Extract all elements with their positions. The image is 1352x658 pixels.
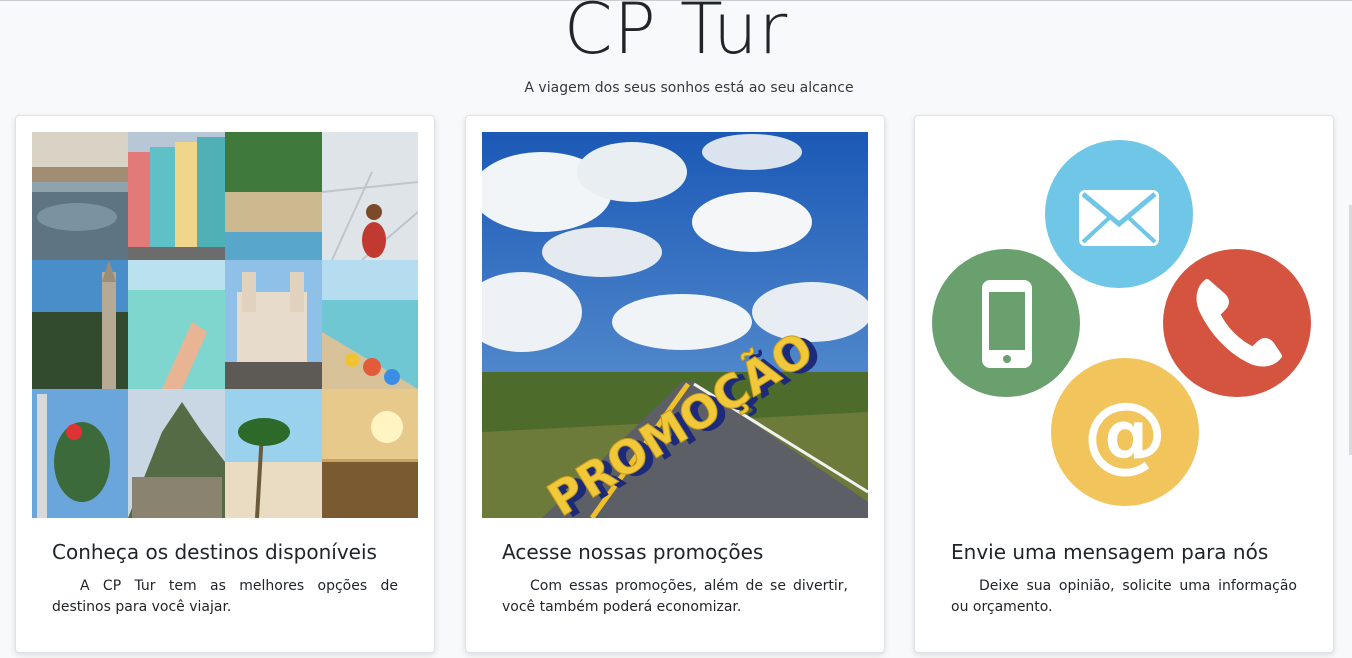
page-subtitle: A viagem dos seus sonhos está ao seu alc… <box>524 80 854 96</box>
handset-circle <box>1163 249 1311 397</box>
card-contact-title[interactable]: Envie uma mensagem para nós <box>951 540 1268 564</box>
card-contact-text: Deixe sua opinião, solicite uma informaç… <box>951 578 1297 615</box>
card-destinations-title[interactable]: Conheça os destinos disponíveis <box>52 540 377 564</box>
destinations-collage-image[interactable] <box>32 132 418 518</box>
contact-icons-image[interactable]: @ <box>931 132 1317 518</box>
envelope-icon <box>1079 190 1159 246</box>
card-destinations[interactable]: Conheça os destinos disponíveis A CP Tur… <box>15 115 435 653</box>
page-title: CP Tur <box>563 0 789 70</box>
card-contact[interactable]: @ Envie uma mensagem para nós Deixe sua … <box>914 115 1334 653</box>
phone-icon <box>982 280 1032 368</box>
card-promotions[interactable]: PROMOÇÃO PROMOÇÃO Acesse nossas promoçõe… <box>465 115 885 653</box>
at-sign-icon: @ <box>1083 384 1167 482</box>
promotion-road-image[interactable]: PROMOÇÃO PROMOÇÃO <box>482 132 868 518</box>
card-destinations-text: A CP Tur tem as melhores opções de desti… <box>52 578 398 615</box>
card-promotions-title[interactable]: Acesse nossas promoções <box>502 540 763 564</box>
card-promotions-text: Com essas promoções, além de se divertir… <box>502 578 848 615</box>
